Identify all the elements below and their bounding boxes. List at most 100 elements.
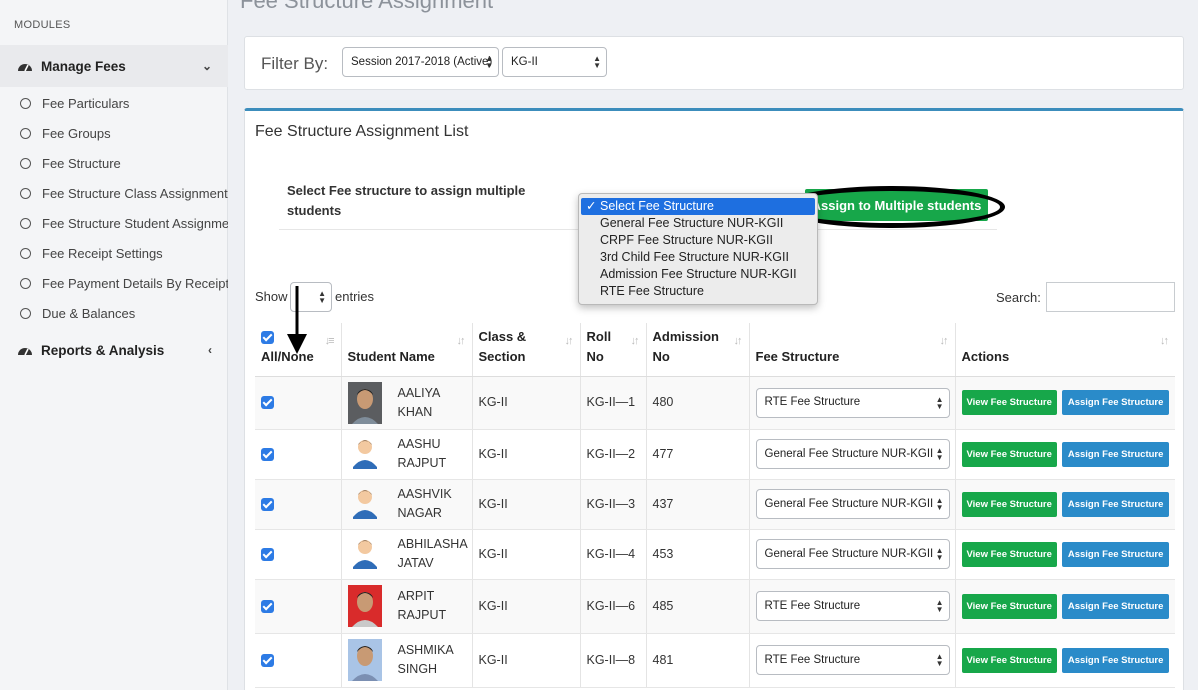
sort-icon[interactable]: ↓↑ [565,331,574,351]
row-checkbox-cell [255,633,342,688]
row-checkbox[interactable] [261,547,274,561]
dropdown-option[interactable]: CRPF Fee Structure NUR-KGII [579,232,817,249]
header-label: Class & [478,328,527,344]
row-checkbox[interactable] [261,396,274,410]
session-select-value: Session 2017-2018 (Active) [351,56,493,68]
view-fee-structure-button[interactable]: View Fee Structure [961,593,1057,619]
fee-structure-cell: General Fee Structure NUR-KGII ▲ ▼ [749,529,956,580]
sidebar-item-label: Due & Balances [42,305,136,321]
student-photo [347,639,382,681]
session-select[interactable]: Session 2017-2018 (Active) ▲ ▼ [342,47,499,77]
sidebar: MODULES Manage Fees ⌄ Fee Particulars Fe… [0,0,228,690]
column-header-roll-no[interactable]: Roll No ↓↑ [580,323,647,377]
assign-fee-structure-button[interactable]: Assign Fee Structure [1061,593,1170,619]
sidebar-item-fee-structure[interactable]: Fee Structure [0,148,228,178]
row-checkbox-cell [255,376,342,430]
select-value: General Fee Structure NUR-KGII [764,447,934,460]
assign-fee-structure-button[interactable]: Assign Fee Structure [1061,541,1170,567]
select-value: RTE Fee Structure [764,653,861,666]
row-checkbox[interactable] [261,599,274,613]
option-label: Select Fee Structure [600,199,714,213]
view-fee-structure-button[interactable]: View Fee Structure [961,541,1057,567]
fee-structure-dropdown[interactable]: ✓ Select Fee Structure General Fee Struct… [578,193,818,305]
dashboard-icon [17,343,33,357]
sort-icon[interactable]: ↓↑ [457,331,466,351]
column-header-actions[interactable]: Actions ↓↑ [955,323,1175,377]
select-value: General Fee Structure NUR-KGII [764,547,934,560]
circle-icon [20,247,31,259]
assign-fee-structure-button[interactable]: Assign Fee Structure [1061,441,1170,467]
sidebar-item-payment-details[interactable]: Fee Payment Details By Receipt No [0,268,228,298]
assign-fee-structure-button[interactable]: Assign Fee Structure [1061,647,1170,673]
dropdown-option[interactable]: 3rd Child Fee Structure NUR-KGII [579,249,817,266]
sidebar-item-label: Fee Groups [42,125,111,141]
dropdown-option[interactable]: General Fee Structure NUR-KGII [579,215,817,232]
sort-icon[interactable]: ↓≡ [325,331,335,351]
column-header-fee-structure[interactable]: Fee Structure ↓↑ [749,323,956,377]
chevron-left-icon: ‹ [208,343,212,357]
dropdown-option-selected[interactable]: ✓ Select Fee Structure [581,198,815,215]
circle-icon [20,307,31,319]
select-arrows-icon: ▲ ▼ [935,652,944,668]
sort-icon[interactable]: ↓↑ [940,331,949,351]
roll-cell: KG-II—4 [580,529,647,580]
column-header-class-section[interactable]: Class & Section ↓↑ [472,323,581,377]
nav-reports-analysis[interactable]: Reports & Analysis ‹ [0,329,228,371]
row-checkbox[interactable] [261,447,274,461]
fee-structure-select[interactable]: General Fee Structure NUR-KGII ▲ ▼ [755,489,950,519]
sidebar-item-receipt-settings[interactable]: Fee Receipt Settings [0,238,228,268]
column-header-admission-no[interactable]: Admission No ↓↑ [646,323,750,377]
search-input[interactable] [1046,282,1175,312]
student-name-cell: ABHILASHA JATAV [341,529,473,580]
select-arrows-icon: ▲ ▼ [935,394,944,411]
view-fee-structure-button[interactable]: View Fee Structure [961,647,1057,673]
fee-structure-select[interactable]: RTE Fee Structure ▲ ▼ [755,591,950,621]
view-fee-structure-button[interactable]: View Fee Structure [961,441,1057,467]
student-name: AASHU RAJPUT [397,437,447,470]
fee-structure-select[interactable]: RTE Fee Structure ▲ ▼ [755,645,950,675]
header-label: Admission [652,328,719,344]
show-label: Show [255,289,288,304]
circle-icon [20,217,31,229]
fee-structure-select[interactable]: RTE Fee Structure ▲ ▼ [755,387,950,418]
modules-label: MODULES [14,19,71,31]
row-checkbox-cell [255,529,342,580]
column-header-student-name[interactable]: Student Name ↓↑ [341,323,473,377]
select-all-checkbox[interactable] [261,330,274,344]
roll-cell: KG-II—1 [580,376,647,430]
fee-structure-cell: RTE Fee Structure ▲ ▼ [749,633,956,688]
search-label: Search: [996,290,1041,305]
dropdown-option[interactable]: Admission Fee Structure NUR-KGII [579,266,817,283]
row-checkbox[interactable] [261,653,274,667]
fee-structure-select[interactable]: General Fee Structure NUR-KGII ▲ ▼ [755,439,950,469]
class-select[interactable]: KG-II ▲ ▼ [502,47,607,77]
table-row: AASHVIK NAGAR KG-II KG-II—3 437 General Fee S… [255,479,1175,530]
assign-fee-structure-button[interactable]: Assign Fee Structure [1061,390,1170,415]
assign-fee-structure-button[interactable]: Assign Fee Structure [1061,491,1170,517]
student-name-cell: AALIYA KHAN [341,376,473,430]
header-label: Roll [586,328,612,344]
class-cell: KG-II [472,529,581,580]
student-name: AALIYA KHAN [397,385,441,419]
sidebar-item-fee-groups[interactable]: Fee Groups [0,118,228,148]
page-title: Fee Structure Assignment [240,0,494,13]
nav-manage-fees-label: Manage Fees [41,58,126,74]
sort-icon[interactable]: ↓↑ [631,331,640,351]
sidebar-item-student-assignment[interactable]: Fee Structure Student Assignment [0,208,228,238]
dropdown-option[interactable]: RTE Fee Structure [579,283,817,300]
sidebar-item-due-balances[interactable]: Due & Balances [0,298,228,328]
sidebar-item-fee-particulars[interactable]: Fee Particulars [0,88,228,118]
fee-structure-cell: RTE Fee Structure ▲ ▼ [749,579,956,634]
fee-structure-select[interactable]: General Fee Structure NUR-KGII ▲ ▼ [755,539,950,569]
class-cell: KG-II [472,579,581,634]
nav-manage-fees[interactable]: Manage Fees ⌄ [0,45,228,87]
student-name: ARPIT RAJPUT [397,589,447,622]
actions-cell: View Fee Structure Assign Fee Structure [955,429,1175,480]
view-fee-structure-button[interactable]: View Fee Structure [961,491,1057,517]
sidebar-item-class-assignment[interactable]: Fee Structure Class Assignment [0,178,228,208]
row-checkbox[interactable] [261,497,274,511]
student-photo [348,533,382,575]
view-fee-structure-button[interactable]: View Fee Structure [961,390,1057,415]
sort-icon[interactable]: ↓↑ [1160,331,1169,351]
sort-icon[interactable]: ↓↑ [734,331,743,351]
